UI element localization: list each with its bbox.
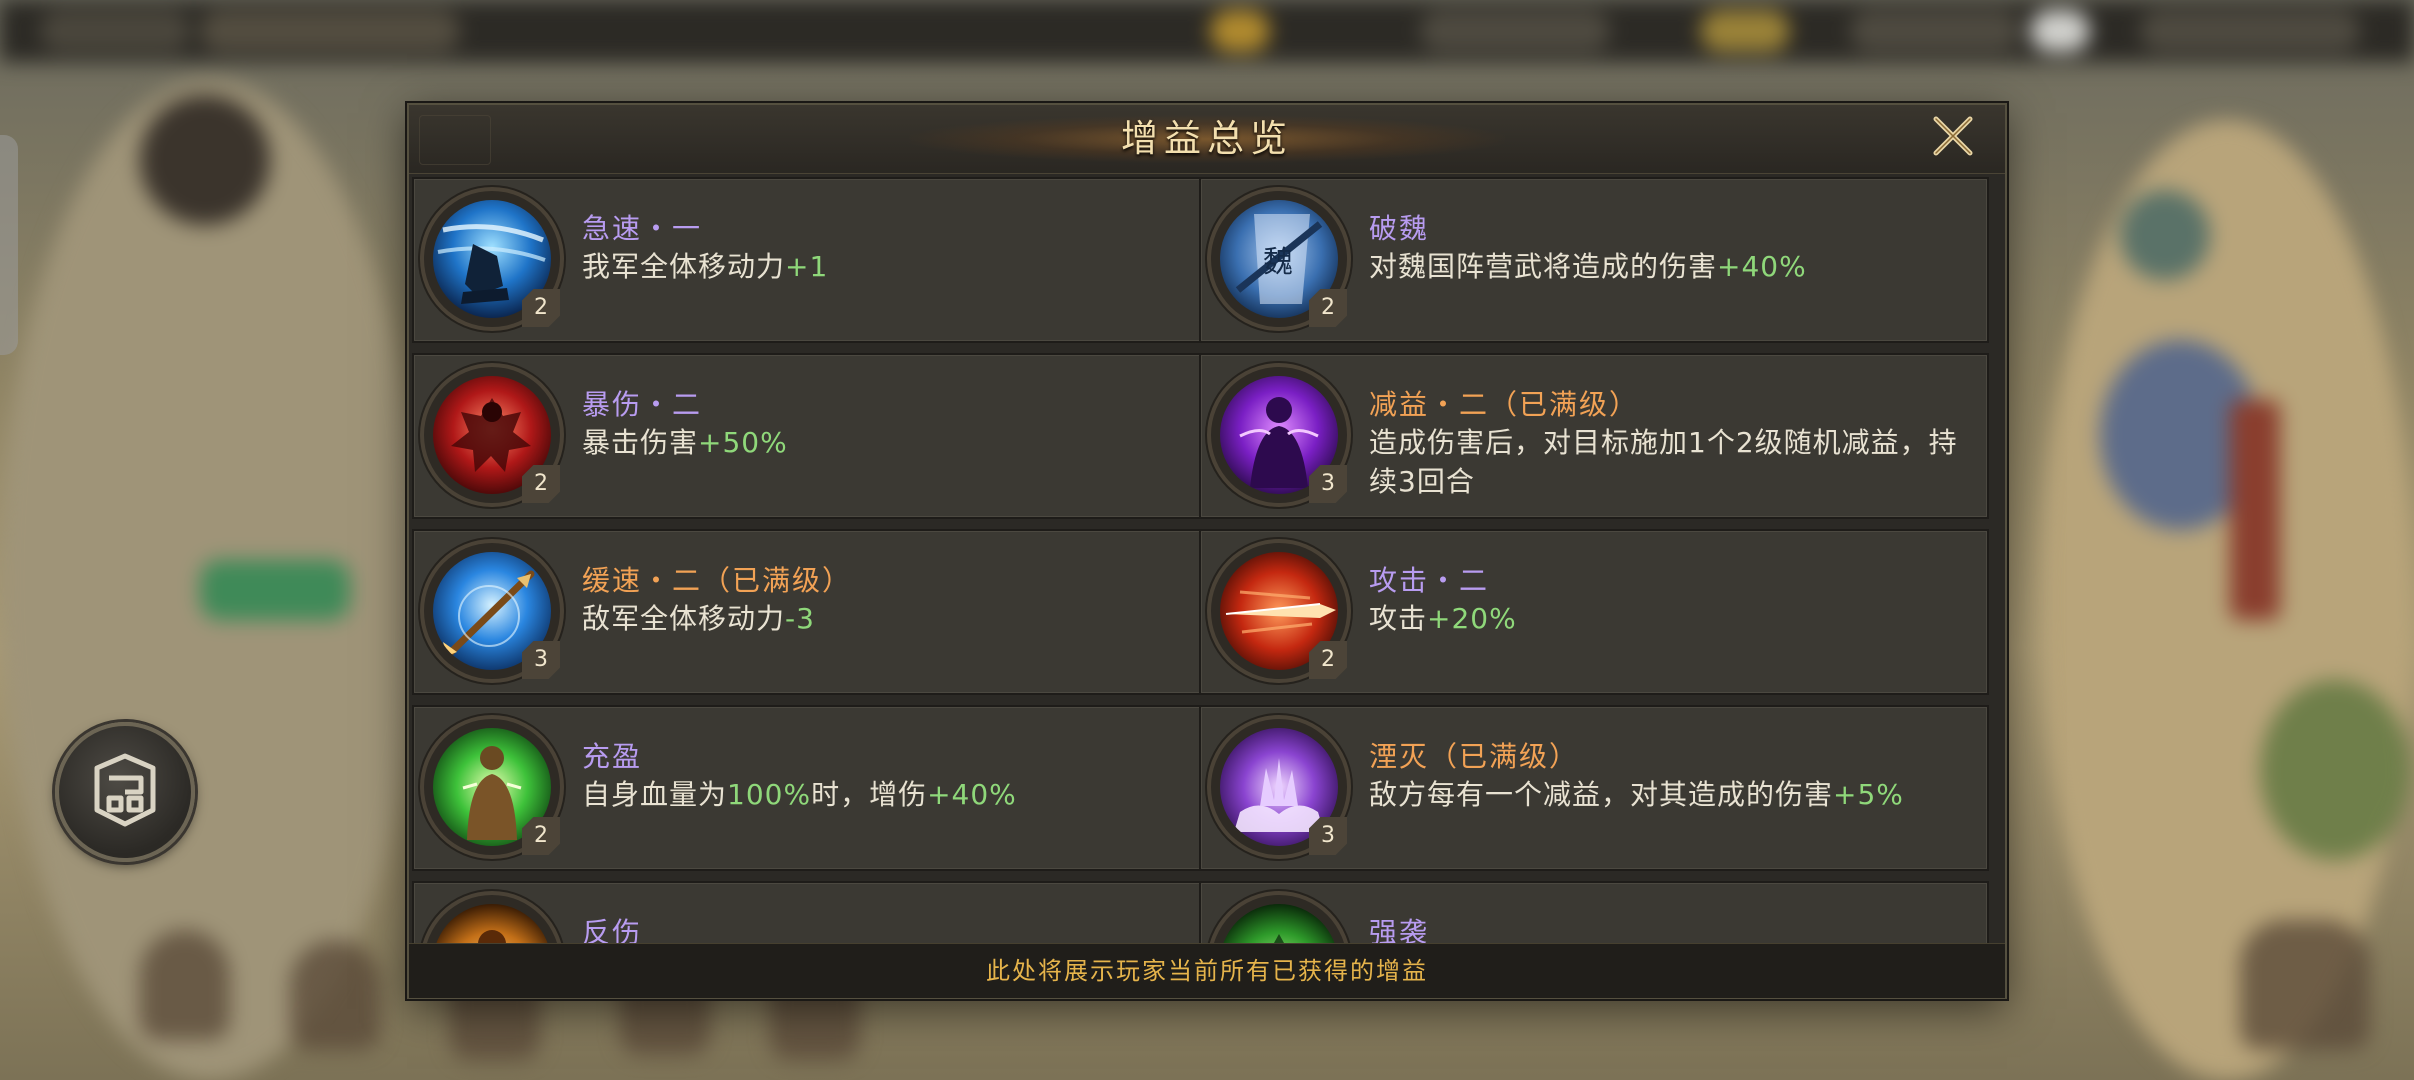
buff-value: +5% [1833, 778, 1904, 811]
close-icon [1930, 113, 1976, 163]
buff-value: +20% [1427, 602, 1517, 635]
buff-name: 减益・二（已满级） [1369, 388, 1640, 421]
buff-value: -3 [785, 602, 815, 635]
buff-name: 充盈 [582, 740, 643, 773]
buff-value: +1 [785, 250, 829, 283]
buff-text: 自身血量为 [582, 778, 728, 811]
buff-name: 破魏 [1369, 212, 1430, 245]
buff-description: 攻击+20% [1369, 599, 1969, 638]
buff-card: 2 攻击・二 攻击+20% [1199, 529, 1989, 695]
buff-card: 2 急速・一 我军全体移动力+1 [412, 177, 1202, 343]
top-resource-bar [0, 0, 2414, 62]
buff-text: 暴击伤害 [582, 426, 699, 459]
buff-level-badge: 2 [522, 817, 560, 855]
buff-card: 3 湮灭（已满级） 敌方每有一个减益，对其造成的伤害+5% [1199, 705, 1989, 871]
buff-card: 反伤 [412, 881, 1202, 943]
buff-name: 急速・一 [582, 212, 703, 245]
buff-name: 暴伤・二 [582, 388, 703, 421]
reflect-damage-icon [433, 904, 551, 943]
dialog-title: 增益总览 [1121, 117, 1293, 160]
buff-card: 2 暴伤・二 暴击伤害+50% [412, 353, 1202, 519]
buff-description: 敌方每有一个减益，对其造成的伤害+5% [1369, 775, 1969, 814]
codex-menu-button[interactable] [55, 722, 195, 862]
buff-value: +50% [698, 426, 788, 459]
buff-icon-frame [1211, 895, 1347, 943]
buff-name: 缓速・二（已满级） [582, 564, 853, 597]
buff-text: 造成伤害后，对目标施加1个2级随机减益，持续3回合 [1369, 426, 1958, 498]
buff-text: 时，增伤 [811, 778, 928, 811]
buff-description: 敌军全体移动力-3 [582, 599, 1182, 638]
buff-card: 3 减益・二（已满级） 造成伤害后，对目标施加1个2级随机减益，持续3回合 [1199, 353, 1989, 519]
buff-description: 我军全体移动力+1 [582, 247, 1182, 286]
buff-value: 100% [727, 778, 812, 811]
svg-text:魏: 魏 [1263, 245, 1293, 280]
buff-text: 我军全体移动力 [582, 250, 786, 283]
buff-text: 对魏国阵营武将造成的伤害 [1369, 250, 1718, 283]
buff-name: 反伤 [582, 916, 643, 943]
buff-name: 攻击・二 [1369, 564, 1490, 597]
footer-note: 此处将展示玩家当前所有已获得的增益 [409, 943, 2005, 998]
buff-card: 魏 2 破魏 对魏国阵营武将造成的伤害+40% [1199, 177, 1989, 343]
buff-name: 湮灭（已满级） [1369, 740, 1580, 773]
cube-glyph-icon [83, 748, 167, 836]
close-button[interactable] [1917, 109, 1989, 167]
buff-overview-dialog: 增益总览 2 急速・一 我军全体移动力+1 魏 2 破魏 对魏国阵营武将造成的伤害+40% 2… [407, 103, 2007, 999]
buff-description: 自身血量为100%时，增伤+40% [582, 775, 1182, 814]
buff-value: +40% [1717, 250, 1807, 283]
buff-level-badge: 2 [522, 289, 560, 327]
buff-level-badge: 2 [522, 465, 560, 503]
buff-text: 攻击 [1369, 602, 1428, 635]
dialog-header: 增益总览 [409, 105, 2005, 174]
side-drawer-handle[interactable] [0, 135, 18, 355]
buff-name: 强袭 [1369, 916, 1430, 943]
buff-description: 暴击伤害+50% [582, 423, 1182, 462]
buff-icon-frame [424, 895, 560, 943]
buff-text: 敌方每有一个减益，对其造成的伤害 [1369, 778, 1834, 811]
assault-icon [1220, 904, 1338, 943]
buff-description: 对魏国阵营武将造成的伤害+40% [1369, 247, 1969, 286]
buff-list[interactable]: 2 急速・一 我军全体移动力+1 魏 2 破魏 对魏国阵营武将造成的伤害+40% 2 暴伤・二暴… [409, 175, 2005, 943]
buff-level-badge: 3 [522, 641, 560, 679]
buff-text: 敌军全体移动力 [582, 602, 786, 635]
buff-value: +40% [927, 778, 1017, 811]
buff-description: 造成伤害后，对目标施加1个2级随机减益，持续3回合 [1369, 423, 1969, 501]
buff-card: 2 充盈 自身血量为100%时，增伤+40% [412, 705, 1202, 871]
buff-card: 3 缓速・二（已满级） 敌军全体移动力-3 [412, 529, 1202, 695]
buff-card: 强袭 [1199, 881, 1989, 943]
